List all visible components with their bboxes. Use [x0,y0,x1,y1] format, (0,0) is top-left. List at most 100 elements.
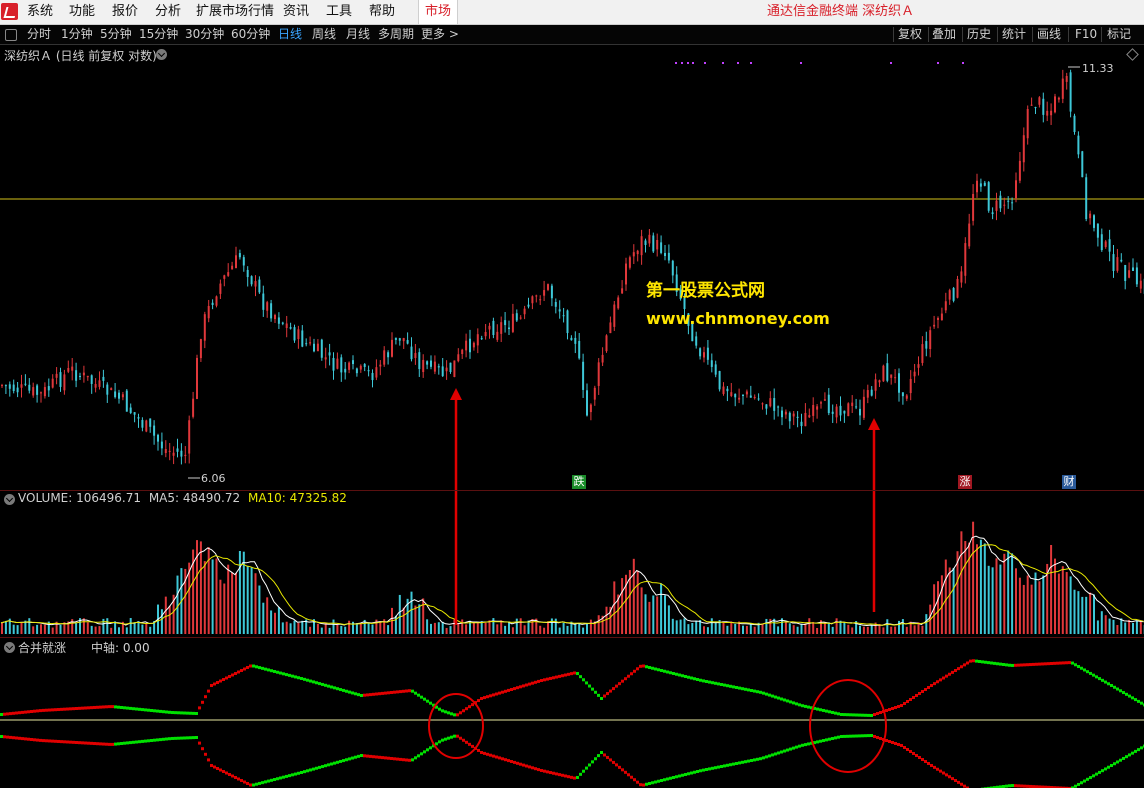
indicator-segment [0,735,3,738]
candle-body [753,396,756,399]
indicator-segment [507,688,510,692]
indicator-segment [720,683,723,686]
indicator-segment [1089,671,1092,675]
candle-body [804,412,807,427]
candle-body [1085,177,1088,220]
candle-body [332,357,335,371]
signal-dot [704,62,706,64]
candle-body [570,337,573,341]
candle-body [870,389,873,396]
indicator-segment [108,705,111,709]
indicator-segment [24,710,27,714]
indicator-segment [33,738,36,742]
candle-body [153,425,156,436]
indicator-segment [366,693,369,697]
indicator-segment [291,674,294,678]
indicator-segment [939,678,942,682]
indicator-segment [381,691,384,695]
volume-header: VOLUME: 106496.71 MA5: 48490.72 MA10: 47… [18,491,347,505]
candle-body [703,352,705,358]
signal-dot [675,62,677,64]
chevron-down-icon[interactable] [4,494,15,505]
indicator-segment [705,768,708,771]
indicator-segment [294,675,297,679]
candle-body [816,406,819,410]
indicator-segment [903,746,906,749]
indicator-segment [96,705,99,709]
volume-bar [219,579,222,634]
indicator-segment [87,706,90,710]
indicator-segment [681,773,684,777]
indicator-segment [1026,784,1029,788]
volume-bar [211,559,214,634]
indicator-segment [414,756,417,760]
volume-bar [1,622,3,634]
candle-body [742,394,744,396]
indicator-segment [525,683,528,687]
indicator-segment [582,678,585,682]
indicator-segment [495,755,498,759]
indicator-segment [231,774,234,778]
volume-bar [1073,589,1076,634]
indicator-segment [768,693,771,697]
volume-bar [921,625,924,634]
indicator-segment [900,744,903,747]
candle-body [843,410,846,414]
candle-body [745,391,748,395]
indicator-segment [375,692,378,696]
indicator-segment [1008,784,1011,788]
indicator-segment [1107,765,1110,769]
candle-body [340,357,343,373]
volume-bar [964,541,967,634]
volume-bar [679,619,682,634]
indicator-segment [879,711,882,714]
candle-body [792,413,795,417]
indicator-segment [399,690,402,694]
indicator-segment [684,773,687,776]
indicator-segment [990,661,993,665]
indicator-segment [723,764,726,768]
indicator-segment [162,710,165,714]
indicator-segment [984,660,987,664]
indicator-segment [297,771,300,775]
indicator-segment [636,780,639,784]
candle-body [309,342,312,344]
indicator-segment [150,709,153,712]
indicator-segment [1128,694,1131,698]
indicator-segment [513,687,516,691]
candle-body [593,387,596,400]
candle-body [562,315,565,317]
indicator-segment [981,660,984,664]
event-marker-fall[interactable]: 跌 [572,475,586,489]
candle-body [75,370,78,381]
indicator-segment [621,679,624,683]
candle-body [176,448,179,452]
indicator-segment [525,764,528,768]
candle-body [851,402,854,407]
indicator-segment [1131,751,1134,755]
indicator-segment [1074,663,1077,667]
indicator-segment [540,679,543,682]
candle-body [925,341,928,349]
candle-body [827,394,830,414]
volume-bar [94,626,97,634]
indicator-segment [1080,781,1083,785]
candle-body [1093,215,1095,228]
event-marker-finance[interactable]: 财 [1062,475,1076,489]
volume-bar [847,624,850,634]
volume-bar [1093,594,1095,634]
event-marker-rise[interactable]: 涨 [958,475,972,489]
candle-body [1007,200,1010,202]
indicator-segment [594,757,597,761]
volume-bar [554,618,557,634]
indicator-segment [792,701,795,705]
volume-bar [582,627,585,634]
candle-body [355,368,358,374]
indicator-segment [1107,682,1110,686]
indicator-segment [117,742,120,746]
candle-body [227,272,230,276]
indicator-segment [831,710,834,714]
indicator-segment [867,734,870,738]
volume-bar [905,626,908,634]
chevron-down-icon[interactable] [4,642,15,653]
